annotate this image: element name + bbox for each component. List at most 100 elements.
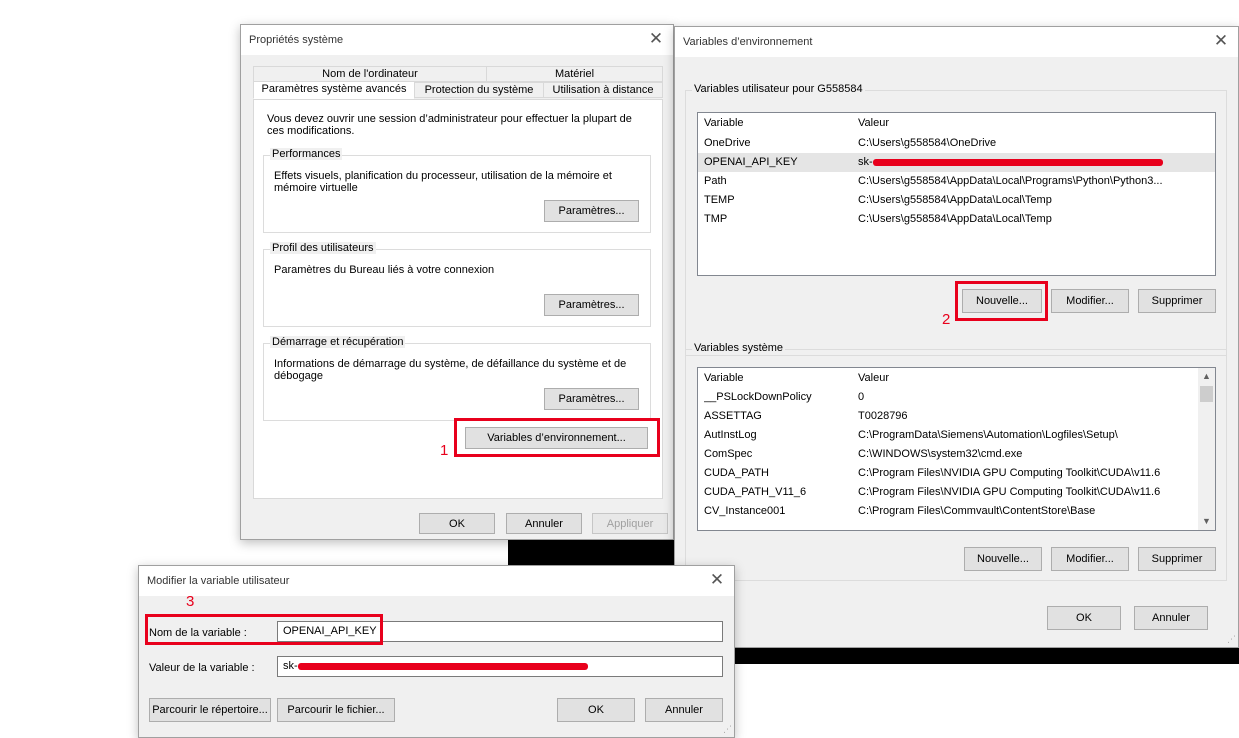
table-row[interactable]: ASSETTAG T0028796	[698, 407, 1215, 426]
table-row[interactable]: TMP C:\Users\g558584\AppData\Local\Temp	[698, 210, 1215, 229]
cancel-button[interactable]: Annuler	[506, 513, 582, 534]
startup-recovery-group: Démarrage et récupération Informations d…	[263, 336, 651, 421]
environment-variables-button[interactable]: Variables d’environnement...	[465, 427, 648, 449]
user-new-button[interactable]: Nouvelle...	[962, 289, 1042, 313]
variable-name: TEMP	[704, 194, 735, 206]
cancel-button[interactable]: Annuler	[1134, 606, 1208, 630]
ok-button[interactable]: OK	[419, 513, 495, 534]
resize-grip-icon[interactable]: ⋰	[1227, 634, 1236, 645]
variable-value: C:\Program Files\NVIDIA GPU Computing To…	[858, 467, 1161, 479]
list-header: Variable Valeur	[698, 113, 1215, 133]
table-row[interactable]: Path C:\Users\g558584\AppData\Local\Prog…	[698, 172, 1215, 191]
system-edit-button[interactable]: Modifier...	[1051, 547, 1129, 571]
group-legend: Variables système	[692, 342, 786, 354]
variable-value: sk-	[858, 153, 1193, 172]
table-row[interactable]: OPENAI_API_KEY sk-	[698, 153, 1215, 172]
group-legend: Performances	[270, 148, 343, 160]
variable-value-label: Valeur de la variable :	[149, 662, 255, 674]
apply-button: Appliquer	[592, 513, 668, 534]
group-legend: Profil des utilisateurs	[270, 242, 376, 254]
dialog-title: Variables d’environnement	[683, 36, 813, 48]
variable-value: T0028796	[858, 410, 908, 422]
cancel-button[interactable]: Annuler	[645, 698, 723, 722]
column-header-variable[interactable]: Variable	[704, 117, 849, 129]
ok-button[interactable]: OK	[1047, 606, 1121, 630]
profile-settings-button[interactable]: Paramètres...	[544, 294, 639, 316]
browse-directory-button[interactable]: Parcourir le répertoire...	[149, 698, 271, 722]
startup-settings-button[interactable]: Paramètres...	[544, 388, 639, 410]
tab-remote[interactable]: Utilisation à distance	[543, 82, 663, 98]
variable-name: CUDA_PATH	[704, 467, 769, 479]
annotation-number-1: 1	[440, 442, 449, 459]
variable-value: C:\Users\g558584\AppData\Local\Temp	[858, 194, 1052, 206]
column-header-value[interactable]: Valeur	[858, 372, 1193, 384]
group-description: Informations de démarrage du système, de…	[274, 358, 627, 382]
scroll-thumb[interactable]	[1200, 386, 1213, 402]
variable-name-label: Nom de la variable :	[149, 627, 247, 639]
dialog-title: Propriétés système	[249, 34, 344, 46]
column-header-variable[interactable]: Variable	[704, 372, 849, 384]
user-profile-group: Profil des utilisateurs Paramètres du Bu…	[263, 242, 651, 327]
variable-name: OPENAI_API_KEY	[704, 156, 798, 168]
vertical-scrollbar[interactable]: ▲ ▼	[1198, 368, 1215, 530]
user-edit-button[interactable]: Modifier...	[1051, 289, 1129, 313]
title-bar: Variables d’environnement ✕	[675, 27, 1238, 57]
browse-file-button[interactable]: Parcourir le fichier...	[277, 698, 395, 722]
table-row[interactable]: ComSpec C:\WINDOWS\system32\cmd.exe	[698, 445, 1215, 464]
column-header-value[interactable]: Valeur	[858, 117, 1193, 129]
scroll-down-icon[interactable]: ▼	[1198, 513, 1215, 530]
system-new-button[interactable]: Nouvelle...	[964, 547, 1042, 571]
user-delete-button[interactable]: Supprimer	[1138, 289, 1216, 313]
table-row[interactable]: TEMP C:\Users\g558584\AppData\Local\Temp	[698, 191, 1215, 210]
variable-name: ASSETTAG	[704, 410, 762, 422]
variable-name: CV_Instance001	[704, 505, 786, 517]
table-row[interactable]: AutInstLog C:\ProgramData\Siemens\Automa…	[698, 426, 1215, 445]
tab-computer-name[interactable]: Nom de l'ordinateur	[253, 66, 487, 82]
variable-value: 0	[858, 391, 865, 403]
table-row[interactable]: CUDA_PATH_V11_6 C:\Program Files\NVIDIA …	[698, 483, 1215, 502]
close-icon[interactable]: ✕	[647, 29, 665, 49]
variable-value: C:\Users\g558584\OneDrive	[858, 137, 997, 149]
variable-name: AutInstLog	[704, 429, 757, 441]
group-legend: Démarrage et récupération	[270, 336, 406, 348]
variable-name-input[interactable]: OPENAI_API_KEY	[277, 621, 723, 642]
variable-name: __PSLockDownPolicy	[704, 391, 812, 403]
edit-user-variable-dialog: Modifier la variable utilisateur ✕ Nom d…	[138, 565, 735, 738]
system-properties-dialog: Propriétés système ✕ Nom de l'ordinateur…	[240, 24, 674, 540]
system-variables-list[interactable]: Variable Valeur __PSLockDownPolicy 0 ASS…	[697, 367, 1216, 531]
variable-name: OneDrive	[704, 137, 751, 149]
table-row[interactable]: CUDA_PATH C:\Program Files\NVIDIA GPU Co…	[698, 464, 1215, 483]
performance-group: Performances Effets visuels, planificati…	[263, 148, 651, 233]
close-icon[interactable]: ✕	[708, 570, 726, 590]
scroll-up-icon[interactable]: ▲	[1198, 368, 1215, 385]
variable-value: C:\Users\g558584\AppData\Local\Temp	[858, 213, 1052, 225]
close-icon[interactable]: ✕	[1212, 31, 1230, 51]
title-bar: Propriétés système ✕	[241, 25, 673, 55]
list-header: Variable Valeur	[698, 368, 1215, 388]
resize-grip-icon[interactable]: ⋰	[723, 724, 732, 735]
tab-system-protection[interactable]: Protection du système	[414, 82, 544, 98]
performance-settings-button[interactable]: Paramètres...	[544, 200, 639, 222]
group-description: Effets visuels, planification du process…	[274, 170, 612, 194]
ok-button[interactable]: OK	[557, 698, 635, 722]
system-delete-button[interactable]: Supprimer	[1138, 547, 1216, 571]
tab-label: Utilisation à distance	[552, 84, 654, 96]
variable-value: C:\Program Files\NVIDIA GPU Computing To…	[858, 486, 1161, 498]
user-variables-list[interactable]: Variable Valeur OneDrive C:\Users\g55858…	[697, 112, 1216, 276]
table-row[interactable]: __PSLockDownPolicy 0	[698, 388, 1215, 407]
table-row[interactable]: CV_Instance001 C:\Program Files\Commvaul…	[698, 502, 1215, 521]
dialog-title: Modifier la variable utilisateur	[147, 575, 290, 587]
variable-name-value: OPENAI_API_KEY	[283, 625, 377, 637]
tab-label: Matériel	[554, 68, 595, 80]
user-variables-group: Variables utilisateur pour G558584 Varia…	[685, 83, 1227, 356]
environment-variables-dialog: Variables d’environnement ✕ Variables ut…	[674, 26, 1239, 648]
variable-value: C:\Users\g558584\AppData\Local\Programs\…	[858, 175, 1163, 187]
tab-hardware[interactable]: Matériel	[486, 66, 663, 82]
system-variables-group: Variables système Variable Valeur __PSLo…	[685, 342, 1227, 581]
variable-value-input[interactable]: sk-	[277, 656, 723, 677]
tab-advanced-settings[interactable]: Paramètres système avancés	[253, 81, 415, 99]
variable-name: CUDA_PATH_V11_6	[704, 486, 807, 498]
table-row[interactable]: OneDrive C:\Users\g558584\OneDrive	[698, 134, 1215, 153]
redaction-mark	[297, 662, 588, 670]
variable-value-prefix: sk-	[283, 660, 298, 672]
